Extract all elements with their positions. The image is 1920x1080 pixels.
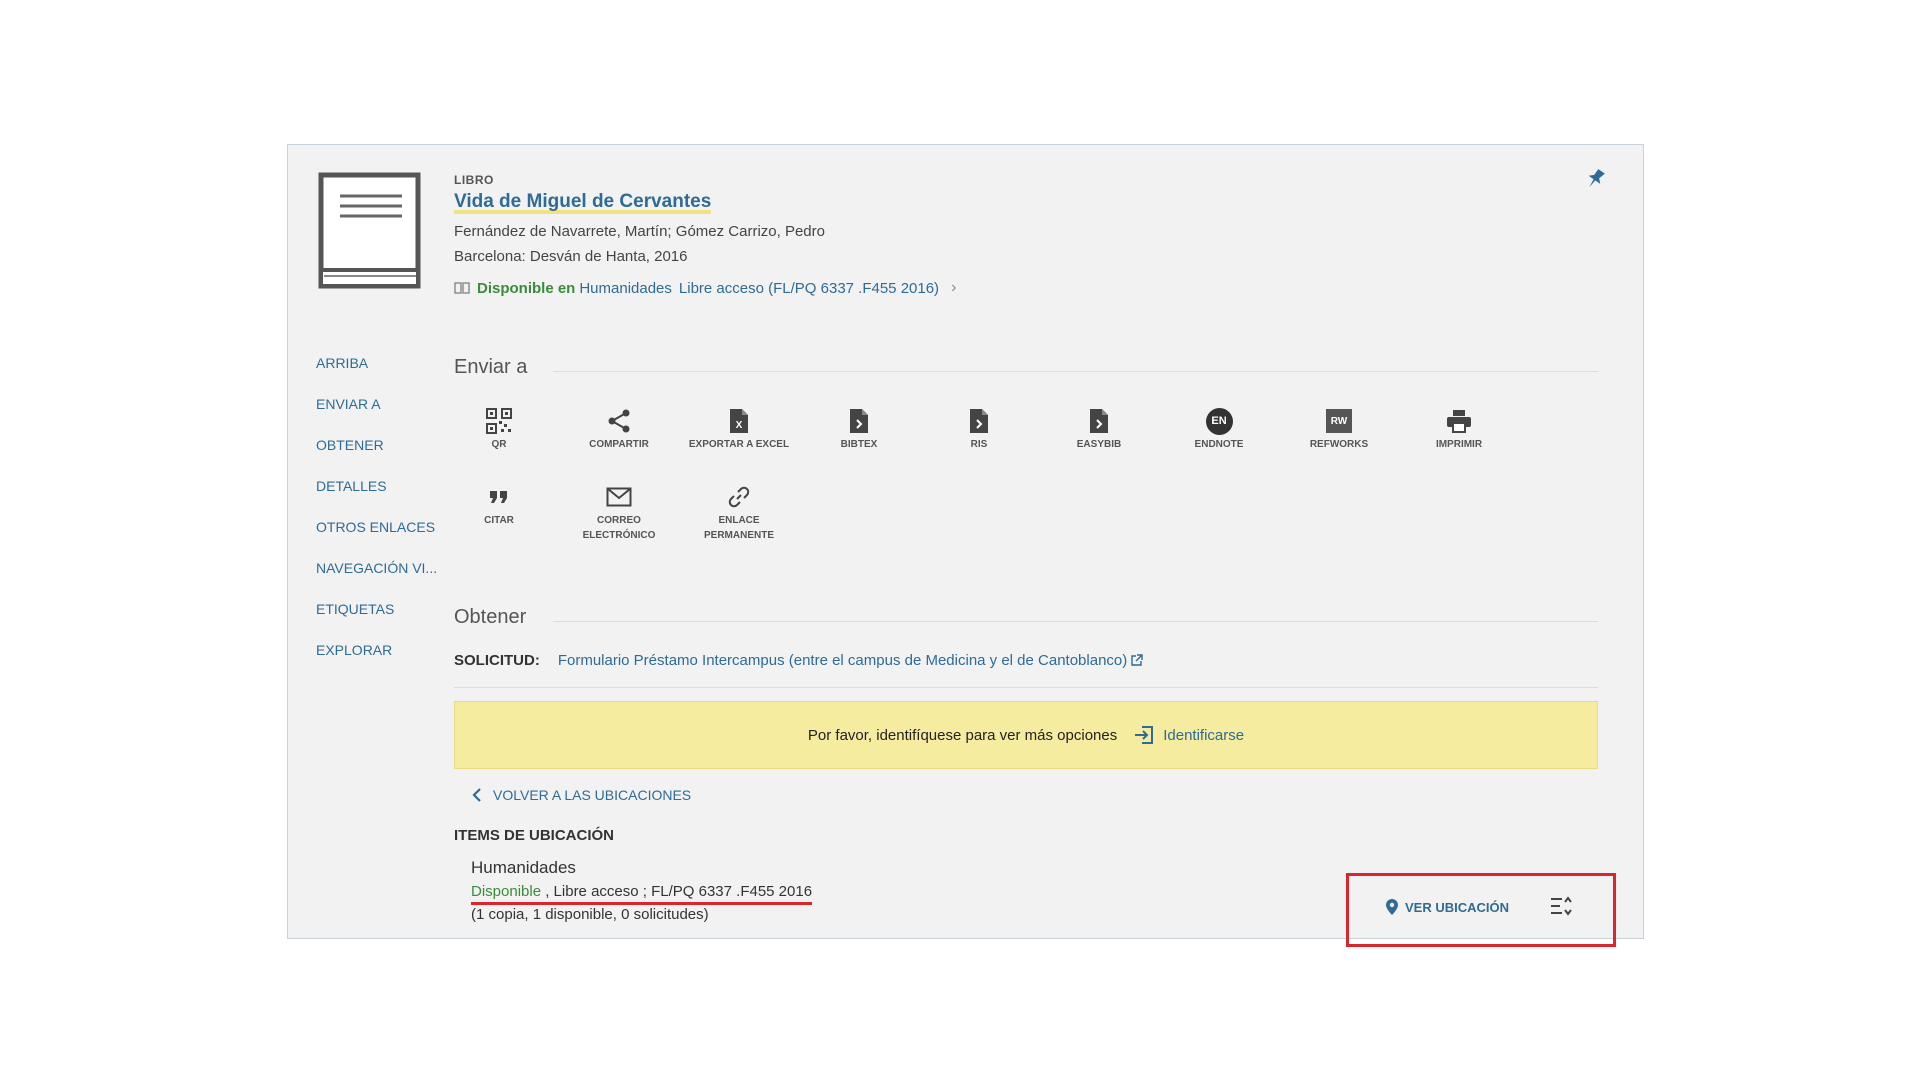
back-to-locations-button[interactable]: VOLVER A LAS UBICACIONES: [471, 787, 691, 803]
record-type: LIBRO: [454, 173, 494, 187]
endnote-icon: EN: [1205, 407, 1233, 435]
record-title[interactable]: Vida de Miguel de Cervantes: [454, 191, 712, 214]
book-small-icon: [454, 282, 470, 294]
action-label: RIS: [970, 439, 988, 450]
action-share[interactable]: COMPARTIR: [564, 408, 674, 452]
sign-in-icon[interactable]: [1133, 724, 1155, 746]
link-icon: [728, 486, 750, 508]
action-label: COMPARTIR: [589, 439, 649, 450]
action-ris[interactable]: RIS: [924, 408, 1034, 452]
location-copies: (1 copia, 1 disponible, 0 solicitudes): [471, 906, 709, 923]
action-permalink[interactable]: ENLACE PERMANENTE: [684, 484, 794, 543]
action-label: CORREO ELECTRÓNICO: [582, 515, 656, 541]
availability-status: Disponible en: [477, 279, 576, 297]
nav-item-obtener[interactable]: OBTENER: [316, 435, 446, 476]
location-name: Humanidades: [471, 858, 576, 877]
location-status-line: Disponible , Libre acceso ; FL/PQ 6337 .…: [471, 883, 813, 905]
action-easybib[interactable]: EASYBIB: [1044, 408, 1154, 452]
action-excel[interactable]: X EXPORTAR A EXCEL: [684, 408, 794, 452]
obtain-title: Obtener: [454, 606, 527, 628]
send-to-title: Enviar a: [454, 356, 528, 378]
view-location-label: VER UBICACIÓN: [1405, 899, 1510, 915]
action-qr[interactable]: QR: [444, 408, 554, 452]
nav-item-arriba[interactable]: ARRIBA: [316, 353, 446, 394]
action-label: QR: [491, 439, 507, 450]
record-authors: Fernández de Navarrete, Martín; Gómez Ca…: [454, 223, 825, 240]
back-to-locations-label: VOLVER A LAS UBICACIONES: [493, 787, 692, 803]
easybib-icon: [1090, 409, 1108, 433]
action-label: EXPORTAR A EXCEL: [688, 439, 790, 450]
chevron-right-icon[interactable]: ›: [951, 279, 956, 297]
availability-line[interactable]: Disponible en Humanidades Libre acceso (…: [454, 279, 1354, 297]
svg-text:X: X: [736, 420, 743, 431]
action-cite[interactable]: CITAR: [444, 484, 554, 528]
action-refworks[interactable]: RW REFWORKS: [1284, 408, 1394, 452]
action-label: REFWORKS: [1309, 439, 1369, 450]
action-email[interactable]: CORREO ELECTRÓNICO: [564, 484, 674, 543]
bibtex-icon: [850, 409, 868, 433]
request-row: SOLICITUD: Formulario Préstamo Intercamp…: [454, 652, 1598, 669]
location-details: , Libre acceso ; FL/PQ 6337 .F455 2016: [541, 883, 813, 900]
excel-icon: X: [730, 409, 748, 433]
nav-item-navegacion[interactable]: NAVEGACIÓN VI...: [316, 558, 446, 599]
action-bibtex[interactable]: BIBTEX: [804, 408, 914, 452]
qr-icon: [486, 408, 512, 434]
availability-library[interactable]: Humanidades: [579, 280, 672, 297]
nav-item-enviar-a[interactable]: ENVIAR A: [316, 394, 446, 435]
request-label: SOLICITUD:: [454, 652, 540, 669]
request-divider: [454, 687, 1598, 688]
nav-item-otros-enlaces[interactable]: OTROS ENLACES: [316, 517, 446, 558]
send-to-divider: [553, 371, 1598, 372]
action-label: IMPRIMIR: [1435, 439, 1483, 450]
record-header: LIBRO Vida de Miguel de Cervantes Fernán…: [454, 173, 1354, 297]
action-endnote[interactable]: EN ENDNOTE: [1164, 407, 1274, 452]
request-form-link[interactable]: Formulario Préstamo Intercampus (entre e…: [558, 652, 1127, 669]
nav-item-explorar[interactable]: EXPLORAR: [316, 640, 446, 681]
map-pin-icon: [1386, 899, 1398, 915]
book-thumbnail-icon: [318, 172, 421, 289]
action-label: CITAR: [484, 515, 514, 526]
print-icon: [1447, 410, 1471, 433]
external-link-icon[interactable]: [1130, 654, 1143, 667]
pin-icon[interactable]: [1585, 167, 1605, 191]
mail-icon: [606, 487, 632, 507]
obtain-divider: [553, 621, 1598, 622]
login-message: Por favor, identifíquese para ver más op…: [807, 726, 1118, 744]
login-notice: Por favor, identifíquese para ver más op…: [454, 701, 1598, 769]
action-label: ENDNOTE: [1194, 439, 1244, 450]
section-nav: ARRIBA ENVIAR A OBTENER DETALLES OTROS E…: [316, 353, 446, 681]
location-items-title: ITEMS DE UBICACIÓN: [454, 827, 615, 844]
ris-icon: [970, 409, 988, 433]
record-card: LIBRO Vida de Miguel de Cervantes Fernán…: [287, 144, 1644, 947]
nav-item-etiquetas[interactable]: ETIQUETAS: [316, 599, 446, 640]
action-label: BIBTEX: [840, 439, 878, 450]
refworks-icon: RW: [1326, 409, 1352, 433]
location-status: Disponible: [471, 883, 542, 900]
availability-location[interactable]: Libre acceso (FL/PQ 6337 .F455 2016): [679, 280, 939, 297]
action-print[interactable]: IMPRIMIR: [1404, 408, 1514, 452]
chevron-left-icon: [472, 788, 481, 802]
quote-icon: [490, 491, 507, 503]
sign-in-link[interactable]: Identificarse: [1163, 727, 1244, 744]
share-icon: [608, 409, 630, 433]
action-label: ENLACE PERMANENTE: [703, 515, 774, 541]
sort-filter-icon[interactable]: [1549, 894, 1573, 918]
view-location-button[interactable]: VER UBICACIÓN: [1385, 898, 1509, 916]
action-label: EASYBIB: [1076, 439, 1122, 450]
nav-item-detalles[interactable]: DETALLES: [316, 476, 446, 517]
record-publication: Barcelona: Desván de Hanta, 2016: [454, 248, 688, 265]
